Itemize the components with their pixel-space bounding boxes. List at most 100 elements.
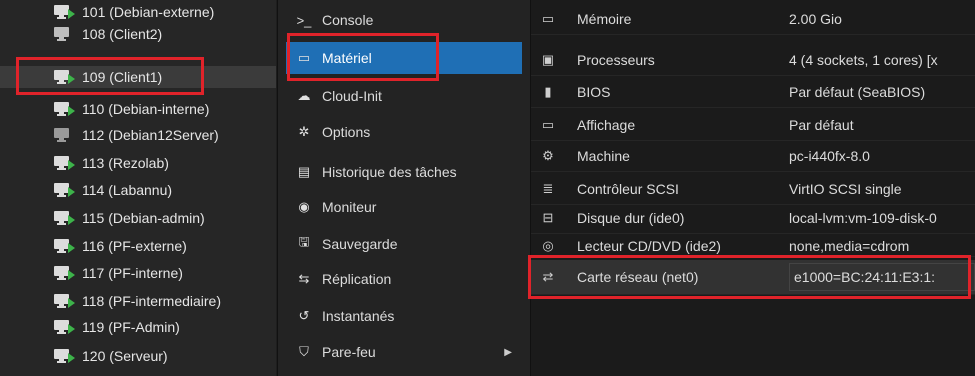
vm-label: 119 (PF-Admin) <box>82 319 180 335</box>
nav-item-materiel[interactable]: ▭ Matériel <box>286 42 522 74</box>
nav-item-options[interactable]: ✲ Options <box>286 116 522 148</box>
vm-running-icon <box>54 70 75 84</box>
nav-item-label: Moniteur <box>322 199 377 215</box>
nav-item-label: Options <box>322 124 371 140</box>
hardware-value: 4 (4 sockets, 1 cores) [x <box>789 52 938 68</box>
history-icon: ↺ <box>298 308 310 323</box>
chip-icon: ▮ <box>544 84 552 99</box>
tree-item-vm-110[interactable]: 110 (Debian-interne) <box>0 98 276 120</box>
nav-item-moniteur[interactable]: ◉ Moniteur <box>286 191 522 223</box>
desktop-icon: ▭ <box>541 117 555 132</box>
hardware-value: 2.00 Gio <box>789 11 842 27</box>
hardware-value: Par défaut <box>789 117 854 133</box>
hardware-name: Lecteur CD/DVD (ide2) <box>577 238 721 254</box>
nav-item-label: Cloud-Init <box>322 88 382 104</box>
hardware-row-affichage[interactable]: ▭ Affichage Par défaut <box>531 110 975 141</box>
nav-item-label: Console <box>322 12 374 28</box>
nav-item-label: Matériel <box>322 50 372 66</box>
vm-config-nav: >_ Console ▭ Matériel ☁ Cloud-Init ✲ Opt… <box>277 0 530 376</box>
hardware-row-controleur-scsi[interactable]: ≣ Contrôleur SCSI VirtIO SCSI single <box>531 174 975 205</box>
vm-running-icon <box>54 239 75 253</box>
monitor-icon: ▭ <box>297 50 311 65</box>
vm-stopped-icon <box>54 27 69 41</box>
nav-item-cloud-init[interactable]: ☁ Cloud-Init <box>286 80 522 112</box>
tree-item-vm-115[interactable]: 115 (Debian-admin) <box>0 207 276 229</box>
vm-running-icon <box>54 156 75 170</box>
hardware-row-memoire[interactable]: ▭ Mémoire 2.00 Gio <box>531 4 975 35</box>
hardware-name: Machine <box>577 148 630 164</box>
nav-item-console[interactable]: >_ Console <box>286 4 522 36</box>
eye-icon: ◉ <box>298 199 310 214</box>
nav-item-sauvegarde[interactable]: 🖫 Sauvegarde <box>286 228 522 260</box>
cpu-icon: ▣ <box>541 52 555 67</box>
nav-item-label: Pare-feu <box>322 344 376 360</box>
vm-label: 115 (Debian-admin) <box>82 210 205 226</box>
nav-item-label: Sauvegarde <box>322 236 398 252</box>
hardware-name: Affichage <box>577 117 636 133</box>
tree-item-vm-120[interactable]: 120 (Serveur) <box>0 345 276 367</box>
hardware-name: Mémoire <box>577 11 632 27</box>
hardware-row-carte-reseau[interactable]: ⇄ Carte réseau (net0) e1000=BC:24:11:E3:… <box>531 260 975 295</box>
nav-item-label: Réplication <box>322 271 392 287</box>
cogs-icon: ⚙ <box>542 148 554 163</box>
hardware-value: VirtIO SCSI single <box>789 181 902 197</box>
hardware-row-lecteur-cd[interactable]: ◎ Lecteur CD/DVD (ide2) none,media=cdrom <box>531 236 975 257</box>
vm-label: 101 (Debian-externe) <box>82 4 215 20</box>
exchange-icon: ⇄ <box>542 269 554 284</box>
vm-label: 120 (Serveur) <box>82 348 168 364</box>
nav-item-replication[interactable]: ⇆ Réplication <box>286 263 522 295</box>
vm-label: 108 (Client2) <box>82 26 163 42</box>
hardware-name: Carte réseau (net0) <box>577 269 699 285</box>
memory-icon: ▭ <box>541 11 555 26</box>
nav-item-instantanes[interactable]: ↺ Instantanés <box>286 300 522 332</box>
vm-label: 112 (Debian12Server) <box>82 127 219 143</box>
vm-running-icon <box>54 5 75 19</box>
vm-label: 114 (Labannu) <box>82 182 173 198</box>
tree-item-vm-112[interactable]: 112 (Debian12Server) <box>0 124 276 146</box>
hardware-name: BIOS <box>577 84 611 100</box>
caret-right-icon: ▶ <box>504 346 512 358</box>
nav-item-pare-feu[interactable]: ⛉ Pare-feu ▶ <box>286 336 522 368</box>
vm-running-icon <box>54 102 75 116</box>
vm-running-icon <box>54 349 75 363</box>
vm-tree-panel: 101 (Debian-externe) 108 (Client2) 109 (… <box>0 0 276 376</box>
hardware-row-machine[interactable]: ⚙ Machine pc-i440fx-8.0 <box>531 141 975 172</box>
hardware-name: Contrôleur SCSI <box>577 181 679 197</box>
hardware-value: none,media=cdrom <box>789 238 910 254</box>
vm-running-icon <box>54 183 75 197</box>
hardware-name: Processeurs <box>577 52 655 68</box>
nav-item-label: Instantanés <box>322 308 395 324</box>
nav-item-historique[interactable]: ▤ Historique des tâches <box>286 156 522 188</box>
shield-icon: ⛉ <box>299 344 309 359</box>
hardware-value: local-lvm:vm-109-disk-0 <box>789 210 937 226</box>
hardware-value: pc-i440fx-8.0 <box>789 148 870 164</box>
tree-item-vm-113[interactable]: 113 (Rezolab) <box>0 152 276 174</box>
vm-label: 110 (Debian-interne) <box>82 101 210 117</box>
vm-running-icon <box>54 320 75 334</box>
tree-item-vm-119[interactable]: 119 (PF-Admin) <box>0 316 276 338</box>
tree-item-vm-116[interactable]: 116 (PF-externe) <box>0 235 276 257</box>
hardware-row-disque-dur[interactable]: ⊟ Disque dur (ide0) local-lvm:vm-109-dis… <box>531 203 975 234</box>
vm-running-icon <box>54 294 75 308</box>
vm-label: 109 (Client1) <box>82 69 163 85</box>
tree-item-vm-109[interactable]: 109 (Client1) <box>0 66 276 88</box>
vm-label: 117 (PF-interne) <box>82 265 183 281</box>
nav-item-label: Historique des tâches <box>322 164 457 180</box>
hardware-row-processeurs[interactable]: ▣ Processeurs 4 (4 sockets, 1 cores) [x <box>531 45 975 76</box>
vm-running-icon <box>54 211 75 225</box>
vm-running-icon <box>54 266 75 280</box>
gear-icon: ✲ <box>298 124 310 139</box>
tree-item-vm-118[interactable]: 118 (PF-intermediaire) <box>0 290 276 312</box>
database-icon: ≣ <box>542 181 554 196</box>
tree-item-vm-101[interactable]: 101 (Debian-externe) <box>0 1 276 23</box>
hardware-panel: ▭ Mémoire 2.00 Gio ▣ Processeurs 4 (4 so… <box>530 0 975 376</box>
hardware-row-bios[interactable]: ▮ BIOS Par défaut (SeaBIOS) <box>531 77 975 108</box>
floppy-icon: 🖫 <box>298 234 310 249</box>
tree-item-vm-114[interactable]: 114 (Labannu) <box>0 179 276 201</box>
tree-item-vm-117[interactable]: 117 (PF-interne) <box>0 262 276 284</box>
hardware-value: Par défaut (SeaBIOS) <box>789 84 926 100</box>
vm-label: 113 (Rezolab) <box>82 155 169 171</box>
hardware-value: e1000=BC:24:11:E3:1: <box>789 263 975 291</box>
retweet-icon: ⇆ <box>298 271 310 286</box>
tree-item-vm-108[interactable]: 108 (Client2) <box>0 23 276 45</box>
